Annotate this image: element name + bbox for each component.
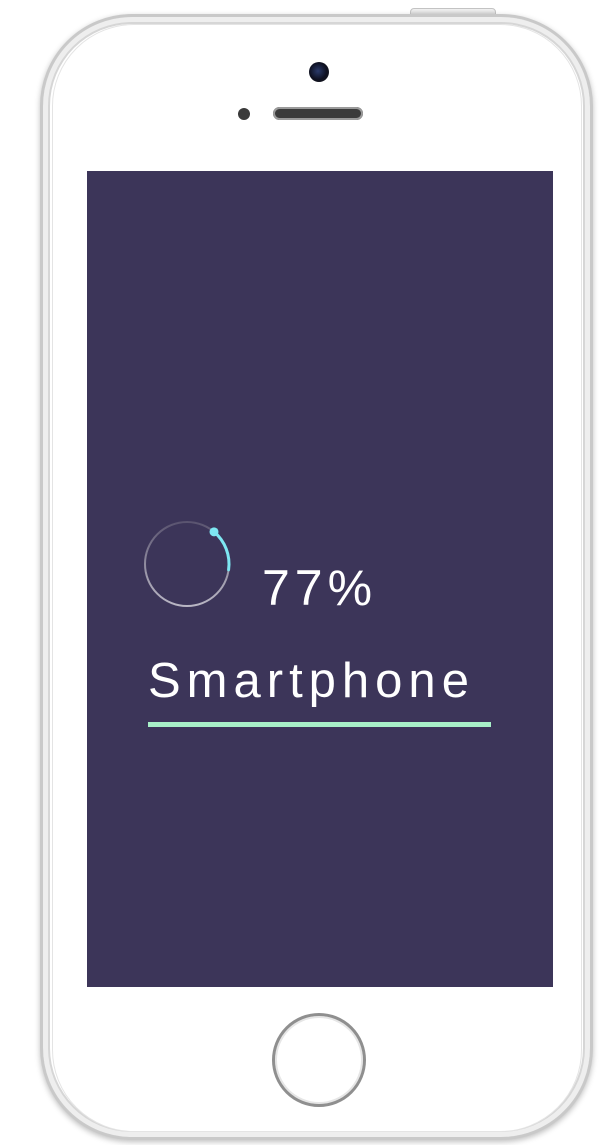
- home-button-icon[interactable]: [272, 1013, 366, 1107]
- progress-percentage: 77%: [262, 560, 378, 616]
- phone-mockup: 77% Smartphone: [0, 0, 610, 1145]
- label-underline: [148, 722, 491, 727]
- circular-progress-icon: [144, 521, 231, 607]
- proximity-sensor: [238, 108, 250, 120]
- progress-arc: [212, 530, 231, 572]
- phone-screen: 77% Smartphone: [87, 171, 553, 987]
- front-camera-icon: [309, 62, 329, 82]
- progress-knob: [209, 527, 219, 537]
- device-label: Smartphone: [148, 654, 475, 708]
- earpiece-speaker: [273, 107, 363, 120]
